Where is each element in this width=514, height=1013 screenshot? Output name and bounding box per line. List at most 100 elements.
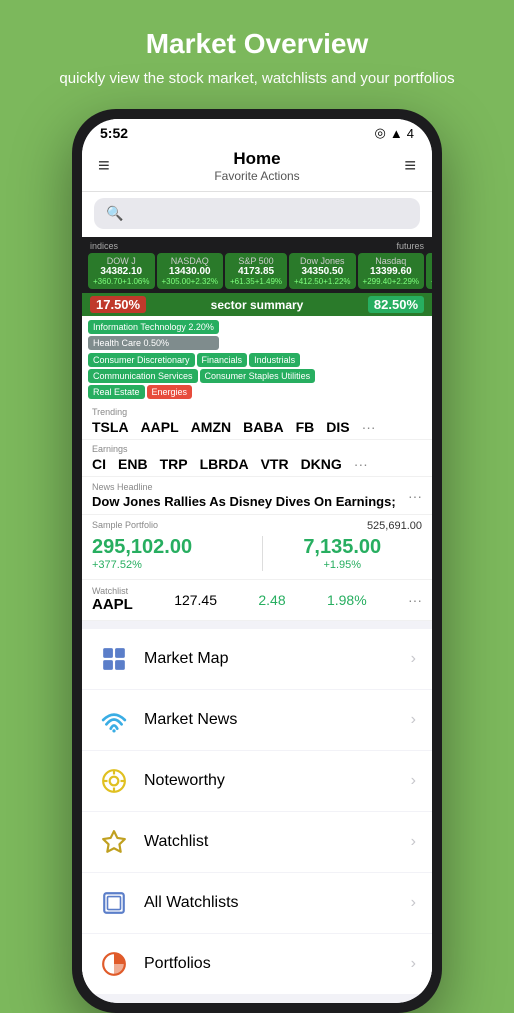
index-sp500[interactable]: S&P 500 4173.85 +61.35+1.49%: [225, 253, 287, 289]
sector-summary-bar: 17.50% sector summary 82.50%: [82, 293, 432, 316]
portfolios-chevron: ›: [411, 955, 416, 973]
ticker-enb[interactable]: ENB: [118, 456, 148, 472]
index-dow-j[interactable]: DOW J 34382.10 +360.70+1.06%: [88, 253, 155, 289]
watchlist-label: Watchlist: [92, 586, 133, 596]
ticker-tsla[interactable]: TSLA: [92, 419, 129, 435]
ticker-amzn[interactable]: AMZN: [191, 419, 231, 435]
portfolio-secondary-value: 7,135.00: [263, 536, 423, 559]
menu-item-noteworthy[interactable]: Noteworthy ›: [82, 751, 432, 811]
watchlist-change: 2.48: [258, 592, 285, 608]
menu-list: Market Map › Market News ›: [82, 621, 432, 1003]
sector-it[interactable]: Information Technology 2.20%: [88, 320, 219, 334]
menu-left-icon[interactable]: ≡: [98, 155, 110, 178]
menu-item-watchlist[interactable]: Watchlist ›: [82, 812, 432, 872]
ticker-dkng[interactable]: DKNG: [301, 456, 342, 472]
ticker-ci[interactable]: CI: [92, 456, 106, 472]
noteworthy-label: Noteworthy: [144, 772, 411, 790]
watchlist-more[interactable]: ···: [408, 592, 422, 608]
search-icon: 🔍: [106, 205, 123, 222]
watchlist-info: Watchlist AAPL: [92, 586, 133, 614]
indices-right-label: futures: [396, 241, 424, 251]
watchlist-row[interactable]: Watchlist AAPL 127.45 2.48 1.98% ···: [82, 580, 432, 621]
sector-comm[interactable]: Communication Services: [88, 369, 198, 383]
trending-row: Trending TSLA AAPL AMZN BABA FB DIS ···: [82, 403, 432, 440]
watchlist-pct: 1.98%: [327, 592, 367, 608]
phone-screen: 5:52 ◎ ▲ 4 ≡ Home Favorite Actions ≡ 🔍: [82, 119, 432, 1003]
index-nasdaq-fut[interactable]: Nasdaq 13399.60 +299.40+2.29%: [358, 253, 425, 289]
sector-group-left: Information Technology 2.20% Health Care…: [88, 320, 219, 350]
market-news-icon: [98, 704, 130, 736]
index-dow-jones-fut[interactable]: Dow Jones 34350.50 +412.50+1.22%: [289, 253, 356, 289]
search-input[interactable]: 🔍: [94, 198, 420, 229]
all-watchlists-chevron: ›: [411, 894, 416, 912]
sector-row-3: Real Estate Energies: [88, 385, 426, 399]
news-label: News Headline: [92, 482, 396, 492]
sector-fin[interactable]: Financials: [197, 353, 248, 367]
search-bar[interactable]: 🔍: [82, 192, 432, 237]
watchlist-price: 127.45: [174, 592, 217, 608]
sectors-row: Information Technology 2.20% Health Care…: [82, 316, 432, 403]
battery-icon: 4: [407, 126, 414, 141]
trending-tickers: TSLA AAPL AMZN BABA FB DIS ···: [92, 419, 422, 435]
market-news-label: Market News: [144, 711, 411, 729]
ticker-baba[interactable]: BABA: [243, 419, 283, 435]
portfolio-main-change: +377.52%: [92, 559, 252, 571]
ticker-trp[interactable]: TRP: [160, 456, 188, 472]
portfolios-icon: [98, 948, 130, 980]
sector-cs[interactable]: Consumer Staples Utilities: [200, 369, 316, 383]
sector-row-1: Consumer Discretionary Financials Indust…: [88, 353, 426, 367]
watchlist-chevron: ›: [411, 833, 416, 851]
menu-item-market-map[interactable]: Market Map ›: [82, 629, 432, 689]
portfolio-total: 525,691.00: [367, 520, 422, 532]
portfolio-secondary-change: +1.95%: [263, 559, 423, 571]
trending-label: Trending: [92, 407, 422, 417]
portfolio-label-row: Sample Portfolio 525,691.00: [92, 520, 422, 532]
portfolio-label: Sample Portfolio: [92, 520, 158, 532]
ticker-lbrda[interactable]: LBRDA: [200, 456, 249, 472]
sector-pct-right: 82.50%: [368, 296, 424, 313]
news-row[interactable]: News Headline Dow Jones Rallies As Disne…: [82, 477, 432, 515]
indices-left-label: indices: [90, 241, 118, 251]
ticker-vtr[interactable]: VTR: [261, 456, 289, 472]
index-sp500-fut[interactable]: S&P 500 4173.12 +66.12+1.61%: [426, 253, 432, 289]
phone-mockup: 5:52 ◎ ▲ 4 ≡ Home Favorite Actions ≡ 🔍: [72, 109, 442, 1013]
all-watchlists-icon: [98, 887, 130, 919]
trending-more[interactable]: ···: [362, 419, 376, 435]
menu-item-market-news[interactable]: Market News ›: [82, 690, 432, 750]
sector-group-right: Consumer Discretionary Financials Indust…: [88, 353, 426, 399]
news-more[interactable]: ···: [408, 488, 422, 504]
market-map-chevron: ›: [411, 650, 416, 668]
status-bar: 5:52 ◎ ▲ 4: [82, 119, 432, 145]
earnings-more[interactable]: ···: [354, 456, 368, 472]
earnings-row: Earnings CI ENB TRP LBRDA VTR DKNG ···: [82, 440, 432, 477]
nav-title: Home: [214, 149, 299, 169]
watchlist-label: Watchlist: [144, 833, 411, 851]
sector-hc[interactable]: Health Care 0.50%: [88, 336, 219, 350]
sector-ind[interactable]: Industrials: [249, 353, 300, 367]
status-icons: ◎ ▲ 4: [375, 125, 414, 141]
menu-right-icon[interactable]: ≡: [404, 155, 416, 178]
portfolio-main-value: 295,102.00: [92, 536, 252, 559]
ticker-dis[interactable]: DIS: [326, 419, 349, 435]
ticker-aapl-t[interactable]: AAPL: [141, 419, 179, 435]
market-news-chevron: ›: [411, 711, 416, 729]
status-time: 5:52: [100, 125, 128, 141]
sector-row-2: Communication Services Consumer Staples …: [88, 369, 426, 383]
sector-cd[interactable]: Consumer Discretionary: [88, 353, 195, 367]
portfolio-row: Sample Portfolio 525,691.00 295,102.00 +…: [82, 515, 432, 580]
nav-center: Home Favorite Actions: [214, 149, 299, 183]
signal-icon: ◎: [375, 125, 386, 141]
indices-section: indices futures DOW J 34382.10 +360.70+1…: [82, 237, 432, 293]
market-map-icon: [98, 643, 130, 675]
sector-en[interactable]: Energies: [147, 385, 193, 399]
nav-subtitle: Favorite Actions: [214, 169, 299, 183]
menu-item-portfolios[interactable]: Portfolios ›: [82, 934, 432, 994]
sector-re[interactable]: Real Estate: [88, 385, 145, 399]
portfolio-values: 295,102.00 +377.52% 7,135.00 +1.95%: [92, 536, 422, 571]
earnings-label: Earnings: [92, 444, 422, 454]
page-subtitle: quickly view the stock market, watchlist…: [59, 68, 454, 89]
indices-labels: indices futures: [88, 241, 426, 253]
menu-item-all-watchlists[interactable]: All Watchlists ›: [82, 873, 432, 933]
ticker-fb[interactable]: FB: [296, 419, 315, 435]
index-nasdaq[interactable]: NASDAQ 13430.00 +305.00+2.32%: [157, 253, 224, 289]
